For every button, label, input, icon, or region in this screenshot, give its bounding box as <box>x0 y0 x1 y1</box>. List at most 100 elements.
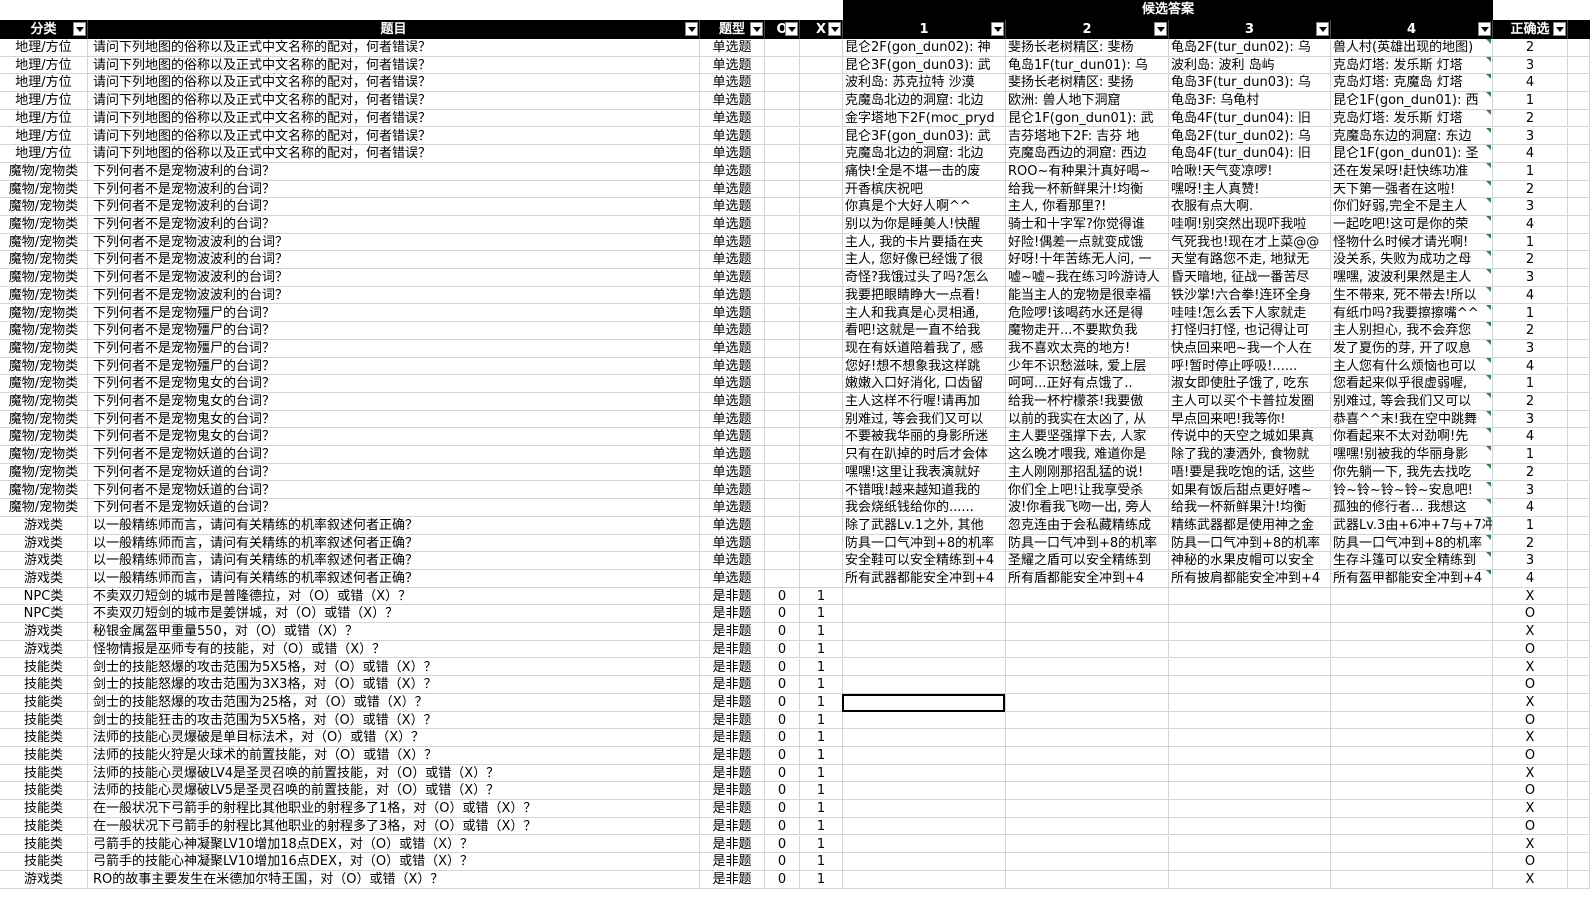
cell-answer-4[interactable]: 铃~铃~铃~铃~安息吧! <box>1331 481 1493 500</box>
filter-dropdown-icon[interactable] <box>685 22 698 36</box>
cell-answer-4[interactable]: 兽人村(英雄出现的地图) <box>1331 39 1493 57</box>
cell-category[interactable]: 魔物/宠物类 <box>0 357 88 376</box>
cell-answer-2[interactable] <box>1006 747 1169 765</box>
cell-answer-4[interactable] <box>1331 658 1493 677</box>
cell-correct-answer[interactable]: 2 <box>1493 39 1568 57</box>
cell-x[interactable]: 1 <box>800 817 843 836</box>
cell-category[interactable]: 魔物/宠物类 <box>0 233 88 252</box>
cell-question[interactable]: 下列何者不是宠物殭尸的台词？ <box>88 339 700 358</box>
cell-answer-4[interactable]: 主人您有什么烦恼也可以 <box>1331 357 1493 376</box>
cell-answer-1[interactable]: 不错哦!越来越知道我的 <box>843 481 1006 500</box>
cell-empty[interactable] <box>1568 693 1590 712</box>
cell-x[interactable] <box>800 393 843 411</box>
cell-answer-2[interactable] <box>1006 782 1169 801</box>
cell-answer-2[interactable]: 昆仑1F(gon_dun01): 武 <box>1006 109 1169 128</box>
cell-type[interactable]: 单选题 <box>700 481 765 500</box>
cell-x[interactable] <box>800 463 843 482</box>
cell-answer-3[interactable]: 给我一杯新鲜果汁!均衡 <box>1169 499 1331 517</box>
cell-o[interactable] <box>765 304 800 323</box>
cell-correct-answer[interactable]: 2 <box>1493 322 1568 340</box>
cell-o[interactable] <box>765 39 800 57</box>
cell-question[interactable]: 剑士的技能怒爆的攻击范围为25格，对（O）或错（X）？ <box>88 693 700 712</box>
cell-question[interactable]: 下列何者不是宠物鬼女的台词？ <box>88 428 700 447</box>
cell-x[interactable] <box>800 39 843 57</box>
cell-category[interactable]: 地理/方位 <box>0 109 88 128</box>
cell-empty[interactable] <box>1568 74 1590 93</box>
cell-category[interactable]: 游戏类 <box>0 570 88 588</box>
cell-answer-1[interactable]: 主人和我真是心灵相通, <box>843 304 1006 323</box>
cell-answer-1[interactable] <box>843 623 1006 641</box>
column-header-answer-1[interactable]: 1 <box>843 20 1006 39</box>
cell-x[interactable] <box>800 216 843 234</box>
cell-category[interactable]: NPC类 <box>0 587 88 606</box>
cell-x[interactable] <box>800 410 843 429</box>
cell-category[interactable]: 魔物/宠物类 <box>0 198 88 216</box>
cell-answer-3[interactable] <box>1169 853 1331 871</box>
cell-x[interactable] <box>800 233 843 252</box>
cell-category[interactable]: 魔物/宠物类 <box>0 446 88 464</box>
cell-x[interactable]: 1 <box>800 870 843 889</box>
cell-answer-3[interactable]: 气死我也!现在才上菜@@ <box>1169 233 1331 252</box>
cell-answer-3[interactable] <box>1169 693 1331 712</box>
cell-o[interactable]: 0 <box>765 587 800 606</box>
cell-empty[interactable] <box>1568 92 1590 110</box>
cell-answer-2[interactable]: 主人要坚强撑下去, 人家 <box>1006 428 1169 447</box>
cell-type[interactable]: 是非题 <box>700 782 765 801</box>
cell-answer-2[interactable]: 魔物走开...不要欺负我 <box>1006 322 1169 340</box>
cell-o[interactable]: 0 <box>765 817 800 836</box>
cell-empty[interactable] <box>1568 711 1590 730</box>
cell-category[interactable]: 魔物/宠物类 <box>0 410 88 429</box>
cell-empty[interactable] <box>1568 56 1590 75</box>
cell-empty[interactable] <box>1568 428 1590 447</box>
cell-correct-answer[interactable]: 2 <box>1493 393 1568 411</box>
cell-category[interactable]: 魔物/宠物类 <box>0 216 88 234</box>
cell-empty[interactable] <box>1568 39 1590 57</box>
cell-correct-answer[interactable]: 3 <box>1493 56 1568 75</box>
cell-question[interactable]: 下列何者不是宠物殭尸的台词？ <box>88 304 700 323</box>
cell-answer-4[interactable]: 恭喜^^末!我在空中跳舞 <box>1331 410 1493 429</box>
cell-category[interactable]: 魔物/宠物类 <box>0 428 88 447</box>
cell-answer-3[interactable]: 唔!要是我吃饱的话, 这些 <box>1169 463 1331 482</box>
cell-correct-answer[interactable]: O <box>1493 605 1568 624</box>
cell-answer-3[interactable] <box>1169 782 1331 801</box>
cell-correct-answer[interactable]: 4 <box>1493 357 1568 376</box>
cell-type[interactable]: 是非题 <box>700 658 765 677</box>
cell-x[interactable] <box>800 269 843 287</box>
cell-o[interactable]: 0 <box>765 782 800 801</box>
cell-correct-answer[interactable]: 3 <box>1493 198 1568 216</box>
cell-x[interactable] <box>800 322 843 340</box>
cell-answer-2[interactable] <box>1006 764 1169 783</box>
cell-x[interactable] <box>800 74 843 93</box>
cell-answer-4[interactable] <box>1331 711 1493 730</box>
cell-answer-3[interactable]: 昏天暗地, 征战一番苦尽 <box>1169 269 1331 287</box>
cell-answer-4[interactable]: 怪物什么时候才请光啊! <box>1331 233 1493 252</box>
cell-empty[interactable] <box>1568 817 1590 836</box>
cell-correct-answer[interactable]: 4 <box>1493 145 1568 163</box>
cell-answer-2[interactable] <box>1006 676 1169 694</box>
cell-answer-2[interactable]: 给我一杯新鲜果汁!均衡 <box>1006 180 1169 199</box>
cell-answer-2[interactable] <box>1006 853 1169 871</box>
cell-answer-2[interactable] <box>1006 640 1169 659</box>
cell-question[interactable]: 请问下列地图的俗称以及正式中文名称的配对，何者错误？ <box>88 56 700 75</box>
cell-o[interactable]: 0 <box>765 747 800 765</box>
cell-category[interactable]: 游戏类 <box>0 552 88 570</box>
cell-answer-3[interactable] <box>1169 623 1331 641</box>
cell-empty[interactable] <box>1568 251 1590 270</box>
cell-o[interactable] <box>765 162 800 181</box>
cell-category[interactable]: NPC类 <box>0 605 88 624</box>
cell-type[interactable]: 是非题 <box>700 587 765 606</box>
cell-type[interactable]: 单选题 <box>700 499 765 517</box>
cell-empty[interactable] <box>1568 446 1590 464</box>
cell-correct-answer[interactable]: 1 <box>1493 375 1568 393</box>
cell-type[interactable]: 单选题 <box>700 375 765 393</box>
cell-x[interactable] <box>800 286 843 305</box>
cell-answer-4[interactable]: 一起吃吧!这可是你的荣 <box>1331 216 1493 234</box>
cell-answer-3[interactable] <box>1169 729 1331 747</box>
cell-answer-4[interactable] <box>1331 693 1493 712</box>
cell-category[interactable]: 魔物/宠物类 <box>0 339 88 358</box>
cell-answer-3[interactable]: 天堂有路您不走, 地狱无 <box>1169 251 1331 270</box>
cell-question[interactable]: 剑士的技能怒爆的攻击范围为3X3格，对（O）或错（X）？ <box>88 676 700 694</box>
cell-o[interactable] <box>765 357 800 376</box>
cell-answer-4[interactable]: 昆仑1F(gon_dun01): 圣 <box>1331 145 1493 163</box>
cell-question[interactable]: 剑士的技能怒爆的攻击范围为5X5格，对（O）或错（X）？ <box>88 658 700 677</box>
